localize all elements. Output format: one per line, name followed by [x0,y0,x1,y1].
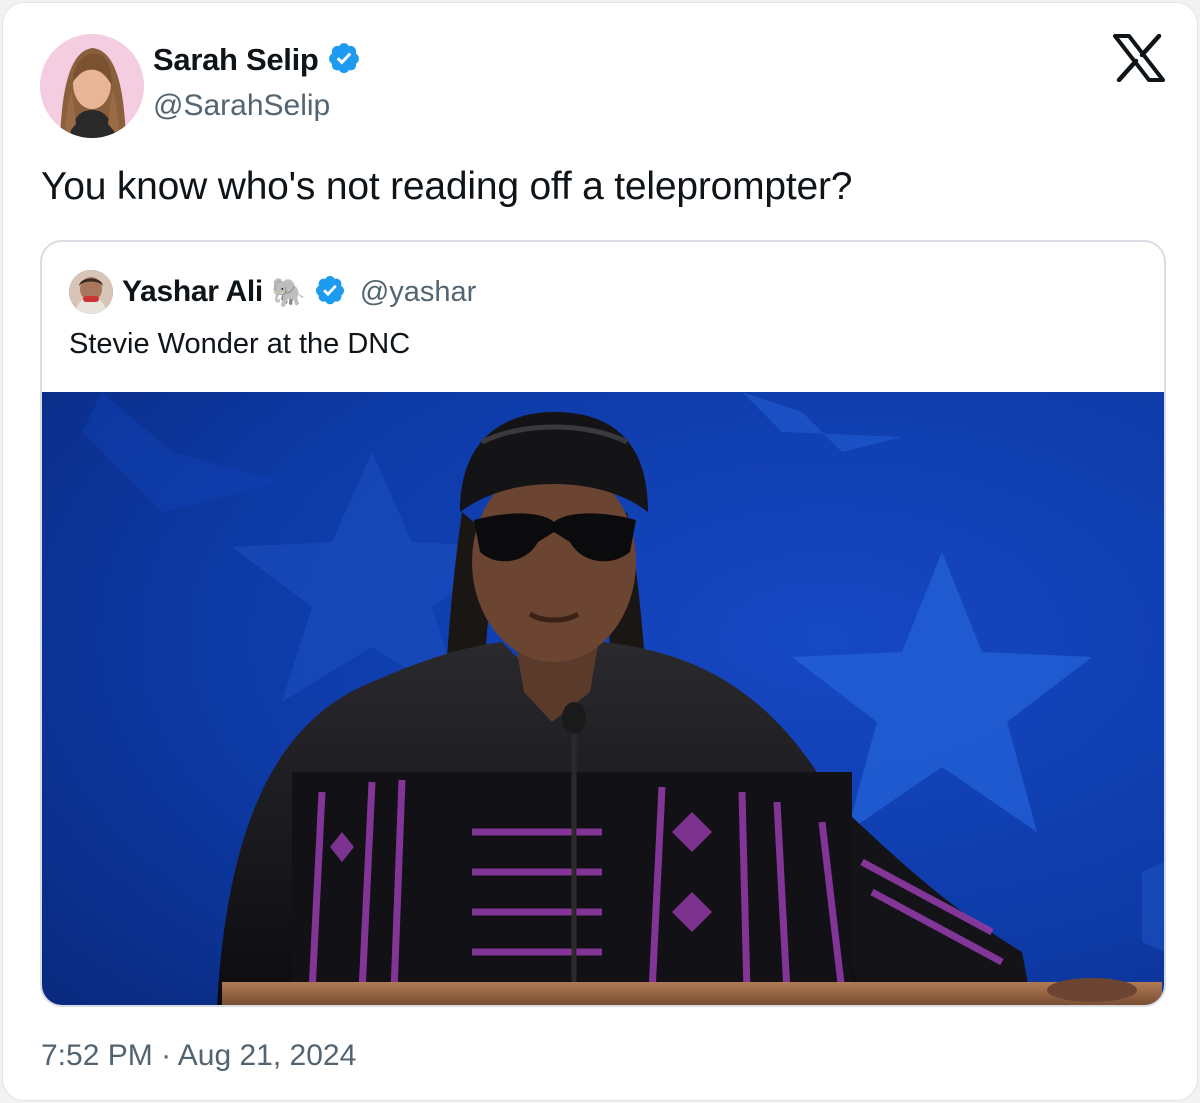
author-name[interactable]: Sarah Selip [153,41,361,83]
quoted-header: Yashar Ali 🐘 @yashar [122,272,476,312]
quoted-author-avatar[interactable] [69,270,113,314]
quoted-tweet[interactable]: Yashar Ali 🐘 @yashar Stevie Wonder at th… [40,240,1166,1007]
quoted-tweet-text: Stevie Wonder at the DNC [69,328,411,360]
author-avatar[interactable] [40,34,144,138]
tweet-card: Sarah Selip @SarahSelip You know who's n… [2,2,1198,1101]
verified-badge-icon [314,274,346,311]
verified-badge-icon [327,41,361,83]
quoted-tweet-photo[interactable] [42,392,1164,1005]
tweet-text: You know who's not reading off a telepro… [41,165,853,208]
elephant-emoji: 🐘 [270,276,306,308]
quoted-author-name[interactable]: Yashar Ali [122,275,263,309]
tweet-timestamp[interactable]: 7:52 PM · Aug 21, 2024 [41,1039,356,1073]
x-logo-icon[interactable] [1113,33,1165,83]
quoted-author-handle[interactable]: @yashar [360,276,476,309]
author-handle[interactable]: @SarahSelip [153,89,330,123]
